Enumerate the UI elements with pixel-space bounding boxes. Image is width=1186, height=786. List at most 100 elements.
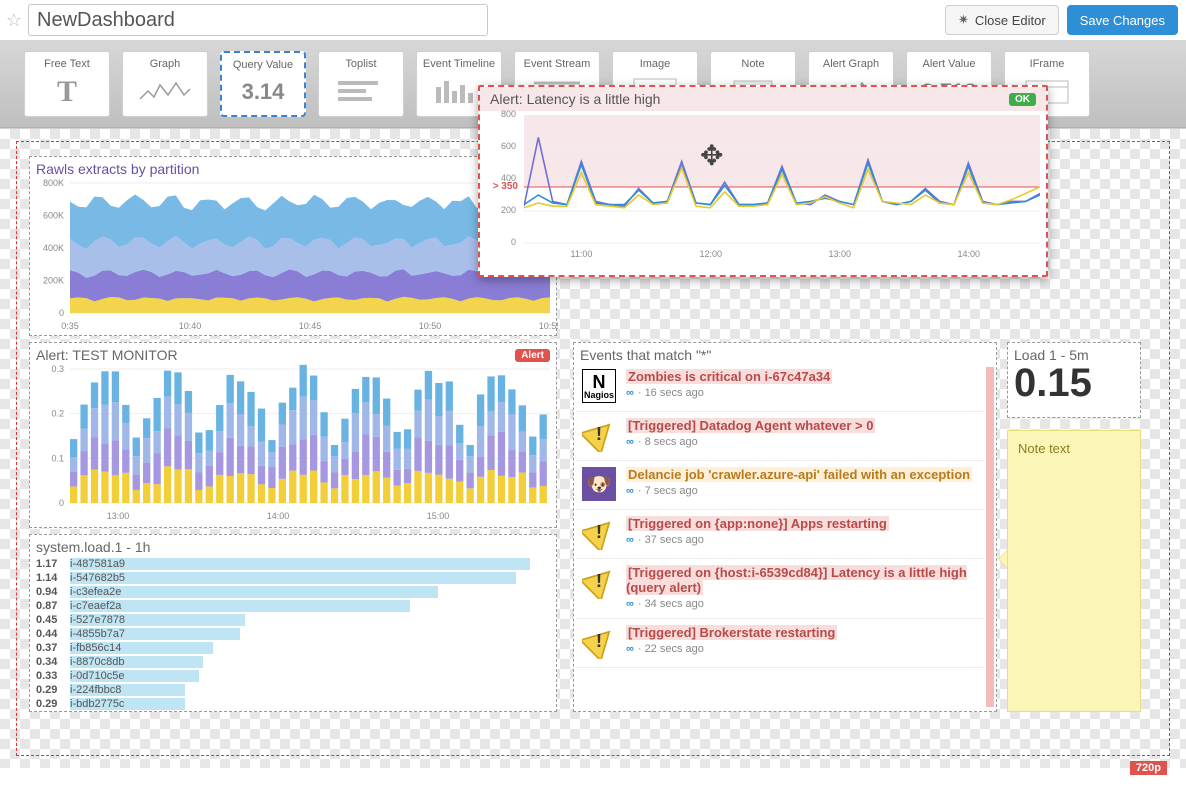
widget-alert-latency-dragging[interactable]: Alert: Latency is a little high OK 02004… bbox=[478, 85, 1048, 277]
svg-text:14:00: 14:00 bbox=[267, 511, 290, 521]
save-changes-label: Save Changes bbox=[1080, 13, 1165, 28]
widget-load-value[interactable]: Load 1 - 5m 0.15 bbox=[1007, 342, 1141, 418]
toplist-row[interactable]: 0.33 i-0d710c5e bbox=[36, 669, 550, 683]
toplist-value: 0.33 bbox=[36, 670, 68, 682]
tray-tile-free-text[interactable]: Free TextT bbox=[24, 51, 110, 117]
infinity-icon: ∞ bbox=[626, 485, 634, 497]
tray-tile-graphic bbox=[321, 72, 401, 112]
warning-icon: ! bbox=[582, 516, 616, 550]
event-row[interactable]: ! [Triggered] Datadog Agent whatever > 0… bbox=[576, 412, 984, 461]
svg-text:15:00: 15:00 bbox=[427, 511, 450, 521]
widget-toplist[interactable]: system.load.1 - 1h 1.17 i-487581a91.14 i… bbox=[29, 534, 557, 712]
tray-tile-graphic: 3.14 bbox=[224, 73, 302, 111]
events-scrollbar[interactable] bbox=[986, 367, 994, 707]
note-caret-icon bbox=[998, 550, 1007, 568]
event-title: Delancie job 'crawler.azure-api' failed … bbox=[626, 467, 972, 482]
toplist-value: 0.29 bbox=[36, 698, 68, 710]
tray-tile-graphic bbox=[125, 72, 205, 112]
event-row[interactable]: ! [Triggered on {host:i-6539cd84}] Laten… bbox=[576, 559, 984, 619]
event-row[interactable]: ! [Triggered] Brokerstate restarting ∞· … bbox=[576, 619, 984, 668]
warning-icon: ! bbox=[582, 418, 616, 452]
toplist-row[interactable]: 0.45 i-527e7878 bbox=[36, 613, 550, 627]
toplist-row[interactable]: 0.87 i-c7eaef2a bbox=[36, 599, 550, 613]
tray-tile-toplist[interactable]: Toplist bbox=[318, 51, 404, 117]
tray-tile-label: IFrame bbox=[1030, 56, 1065, 72]
toplist-host: i-0d710c5e bbox=[68, 670, 168, 682]
toplist-value: 0.94 bbox=[36, 586, 68, 598]
note-text: Note text bbox=[1018, 441, 1070, 456]
event-title: [Triggered on {app:none}] Apps restartin… bbox=[626, 516, 889, 531]
event-meta: ∞· 34 secs ago bbox=[626, 598, 978, 610]
widget-test-monitor[interactable]: Alert: TEST MONITOR Alert 00.10.20.3 13:… bbox=[29, 342, 557, 528]
toplist-row[interactable]: 1.17 i-487581a9 bbox=[36, 557, 550, 571]
widget-note[interactable]: Note text bbox=[1007, 430, 1141, 712]
event-title: [Triggered] Datadog Agent whatever > 0 bbox=[626, 418, 875, 433]
save-changes-button[interactable]: Save Changes bbox=[1067, 5, 1178, 35]
tray-tile-label: Event Timeline bbox=[423, 56, 495, 72]
svg-text:!: ! bbox=[596, 521, 602, 542]
tray-tile-label: Note bbox=[741, 56, 764, 72]
toplist-host: i-c7eaef2a bbox=[68, 600, 168, 612]
latency-chart bbox=[524, 115, 1040, 257]
event-meta: ∞· 8 secs ago bbox=[626, 436, 978, 448]
infinity-icon: ∞ bbox=[626, 598, 634, 610]
event-meta: ∞· 7 secs ago bbox=[626, 485, 978, 497]
svg-text:0: 0 bbox=[59, 498, 64, 508]
toplist-value: 0.45 bbox=[36, 614, 68, 626]
nagios-icon: NNagios bbox=[582, 369, 616, 403]
tray-tile-label: Image bbox=[640, 56, 671, 72]
rawls-title: Rawls extracts by partition bbox=[36, 161, 199, 177]
close-editor-label: Close Editor bbox=[975, 13, 1046, 28]
test-monitor-chart: 00.10.20.3 13:0014:0015:00 bbox=[30, 363, 558, 523]
infinity-icon: ∞ bbox=[626, 387, 634, 399]
toplist-row[interactable]: 0.34 i-8870c8db bbox=[36, 655, 550, 669]
tray-tile-query-value[interactable]: Query Value3.14 bbox=[220, 51, 306, 117]
svg-text:10:40: 10:40 bbox=[179, 321, 202, 331]
warning-icon: ! bbox=[582, 625, 616, 659]
dashboard-title-input[interactable] bbox=[28, 4, 488, 36]
event-title: [Triggered on {host:i-6539cd84}] Latency… bbox=[626, 565, 967, 595]
datadog-icon: 🐶 bbox=[582, 467, 616, 501]
svg-text:800K: 800K bbox=[43, 178, 64, 188]
alert-badge: Alert bbox=[515, 349, 550, 362]
toplist-row[interactable]: 0.44 i-4855b7a7 bbox=[36, 627, 550, 641]
toplist-row[interactable]: 0.37 i-fb856c14 bbox=[36, 641, 550, 655]
resolution-badge: 720p bbox=[1130, 761, 1167, 775]
load-value: 0.15 bbox=[1008, 363, 1140, 409]
widget-event-stream[interactable]: Events that match "*" NNagios Zombies is… bbox=[573, 342, 997, 712]
toplist-row[interactable]: 0.94 i-c3efea2e bbox=[36, 585, 550, 599]
tray-tile-label: Graph bbox=[150, 56, 181, 72]
svg-text:10:55: 10:55 bbox=[539, 321, 558, 331]
tray-tile-label: Alert Value bbox=[923, 56, 976, 72]
event-row[interactable]: 🐶 Delancie job 'crawler.azure-api' faile… bbox=[576, 461, 984, 510]
svg-text:600K: 600K bbox=[43, 211, 64, 221]
svg-text:10:50: 10:50 bbox=[419, 321, 442, 331]
drag-widget-title: Alert: Latency is a little high bbox=[490, 91, 660, 107]
toplist-title: system.load.1 - 1h bbox=[36, 539, 150, 555]
toplist-row[interactable]: 0.29 i-224fbbc8 bbox=[36, 683, 550, 697]
note-body[interactable]: Note text bbox=[1007, 430, 1141, 712]
svg-text:0.2: 0.2 bbox=[51, 409, 64, 419]
toplist-row[interactable]: 0.29 i-bdb2775c bbox=[36, 697, 550, 711]
infinity-icon: ∞ bbox=[626, 534, 634, 546]
toplist-value: 1.14 bbox=[36, 572, 68, 584]
dashboard-canvas[interactable]: Rawls extracts by partition ▦ ✕ 0200K400… bbox=[0, 128, 1186, 768]
toplist-host: i-c3efea2e bbox=[68, 586, 168, 598]
event-row[interactable]: NNagios Zombies is critical on i-67c47a3… bbox=[576, 363, 984, 412]
warning-icon: ! bbox=[582, 565, 616, 599]
star-icon[interactable]: ☆ bbox=[4, 10, 24, 30]
close-editor-button[interactable]: ✷ Close Editor bbox=[945, 5, 1059, 35]
toplist-row[interactable]: 1.14 i-547682b5 bbox=[36, 571, 550, 585]
tray-tile-label: Query Value bbox=[233, 57, 293, 73]
toplist-host: i-547682b5 bbox=[68, 572, 168, 584]
tray-tile-graph[interactable]: Graph bbox=[122, 51, 208, 117]
svg-text:!: ! bbox=[596, 423, 602, 444]
svg-text:0.1: 0.1 bbox=[51, 453, 64, 463]
toplist-body: 1.17 i-487581a91.14 i-547682b50.94 i-c3e… bbox=[30, 555, 556, 715]
event-row[interactable]: ! [Triggered on {app:none}] Apps restart… bbox=[576, 510, 984, 559]
topbar: ☆ ✷ Close Editor Save Changes bbox=[0, 0, 1186, 41]
tray-tile-label: Alert Graph bbox=[823, 56, 879, 72]
toplist-host: i-8870c8db bbox=[68, 656, 168, 668]
tray-tile-label: Free Text bbox=[44, 56, 90, 72]
toplist-value: 0.44 bbox=[36, 628, 68, 640]
